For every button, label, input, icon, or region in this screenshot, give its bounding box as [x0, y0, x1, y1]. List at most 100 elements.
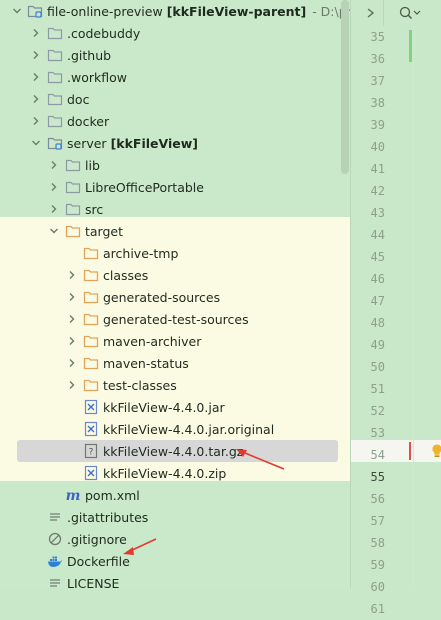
tree-row-workflow[interactable]: .workflow — [0, 66, 350, 88]
tree-row-codebuddy[interactable]: .codebuddy — [0, 22, 350, 44]
right-margin-guide — [413, 26, 414, 588]
tree-label: kkFileView-4.4.0.zip — [103, 465, 227, 481]
chevron-right-icon[interactable] — [66, 379, 78, 391]
editor-gutter: 35 36 37 38 39 40 41 42 43 44 45 46 47 48 49 50 51 52 53 54… — [350, 0, 441, 616]
line-number: 38 — [370, 96, 385, 110]
tree-row-maven-status[interactable]: maven-status — [0, 352, 350, 374]
tree-label: kkFileView-4.4.0.jar.original — [103, 421, 275, 437]
line-number: 36 — [370, 52, 385, 66]
tree-row-lib[interactable]: lib — [0, 154, 350, 176]
tree-label: .codebuddy — [67, 25, 141, 41]
unknown-file-icon: ? — [83, 443, 99, 459]
line-number: 57 — [370, 514, 385, 528]
tree-label: src — [85, 201, 104, 217]
tree-row-generated-test-sources[interactable]: generated-test-sources — [0, 308, 350, 330]
tree-label: LICENSE — [67, 575, 120, 589]
tree-row-generated-sources[interactable]: generated-sources — [0, 286, 350, 308]
tree-label: lib — [85, 157, 100, 173]
tree-label: docker — [67, 113, 110, 129]
chevron-down-icon[interactable] — [12, 5, 22, 17]
tree-label: Dockerfile — [67, 553, 130, 569]
chevron-right-icon[interactable] — [66, 357, 78, 369]
excluded-folder-icon — [65, 223, 81, 239]
tree-label: LibreOfficePortable — [85, 179, 204, 195]
tree-row-target[interactable]: target — [0, 220, 350, 242]
tree-row-doc[interactable]: doc — [0, 88, 350, 110]
excluded-folder-icon — [83, 245, 99, 261]
line-number: 60 — [370, 580, 385, 594]
tree-row-tar-gz[interactable]: ? kkFileView-4.4.0.tar.gz — [0, 440, 350, 462]
tree-row-libreoffice[interactable]: LibreOfficePortable — [0, 176, 350, 198]
tree-row-classes[interactable]: classes — [0, 264, 350, 286]
module-folder-icon — [27, 3, 43, 19]
tree-row-src[interactable]: src — [0, 198, 350, 220]
chevron-right-icon[interactable] — [48, 159, 60, 171]
tree-row-zip[interactable]: kkFileView-4.4.0.zip — [0, 462, 350, 484]
chevron-right-icon[interactable] — [66, 291, 78, 303]
tree-row-dockerfile[interactable]: Dockerfile — [0, 550, 350, 572]
search-options-icon[interactable] — [398, 5, 422, 25]
tree-label: classes — [103, 267, 149, 283]
tree-scrollbar[interactable] — [341, 0, 349, 174]
tree-row-archive-tmp[interactable]: archive-tmp — [0, 242, 350, 264]
tree-row-maven-archiver[interactable]: maven-archiver — [0, 330, 350, 352]
line-number: 41 — [370, 162, 385, 176]
line-number: 56 — [370, 492, 385, 506]
lightbulb-icon[interactable] — [430, 443, 441, 459]
tree-row-gitattributes[interactable]: .gitattributes — [0, 506, 350, 528]
chevron-right-icon[interactable] — [48, 203, 60, 215]
tree-label: generated-test-sources — [103, 311, 249, 327]
chevron-right-icon[interactable] — [48, 181, 60, 193]
folder-icon — [65, 157, 81, 173]
folder-icon — [65, 179, 81, 195]
chevron-right-icon[interactable] — [30, 115, 42, 127]
line-number: 46 — [370, 272, 385, 286]
tree-label: .workflow — [67, 69, 127, 85]
chevron-right-icon[interactable] — [66, 313, 78, 325]
tree-label: kkFileView-4.4.0.tar.gz — [103, 443, 244, 459]
line-number: 42 — [370, 184, 385, 198]
chevron-right-icon[interactable] — [66, 269, 78, 281]
chevron-right-icon[interactable] — [66, 335, 78, 347]
tree-label: server — [67, 135, 107, 151]
chevron-down-icon[interactable] — [30, 137, 42, 149]
tree-row-docker[interactable]: docker — [0, 110, 350, 132]
tree-row-jar[interactable]: kkFileView-4.4.0.jar — [0, 396, 350, 418]
excluded-folder-icon — [83, 311, 99, 327]
line-number: 49 — [370, 338, 385, 352]
tree-label: test-classes — [103, 377, 177, 393]
archive-file-icon — [83, 399, 99, 415]
chevron-right-icon[interactable] — [365, 6, 377, 20]
excluded-folder-icon — [83, 289, 99, 305]
module-folder-icon — [47, 135, 63, 151]
chevron-right-icon[interactable] — [30, 71, 42, 83]
tree-row-project-root[interactable]: file-online-preview [kkFileView-parent] … — [0, 0, 350, 22]
gutter-toolbar — [351, 0, 441, 26]
tree-row-pom[interactable]: m pom.xml — [0, 484, 350, 506]
archive-file-icon — [83, 465, 99, 481]
chevron-right-icon[interactable] — [30, 27, 42, 39]
line-number: 50 — [370, 360, 385, 374]
caret-marker — [409, 442, 411, 460]
tree-row-github[interactable]: .github — [0, 44, 350, 66]
text-file-icon — [47, 509, 63, 525]
line-number: 47 — [370, 294, 385, 308]
tree-row-jar-original[interactable]: kkFileView-4.4.0.jar.original — [0, 418, 350, 440]
folder-icon — [47, 69, 63, 85]
tree-label: .gitignore — [67, 531, 127, 547]
chevron-right-icon[interactable] — [30, 49, 42, 61]
tree-row-server[interactable]: server [kkFileView] — [0, 132, 350, 154]
tree-label: pom.xml — [85, 487, 140, 503]
folder-icon — [47, 25, 63, 41]
line-number: 40 — [370, 140, 385, 154]
line-number: 48 — [370, 316, 385, 330]
line-number: 35 — [370, 30, 385, 44]
chevron-right-icon[interactable] — [30, 93, 42, 105]
tree-row-gitignore[interactable]: .gitignore — [0, 528, 350, 550]
line-number: 52 — [370, 404, 385, 418]
docker-icon — [47, 553, 63, 569]
tree-row-license[interactable]: LICENSE — [0, 572, 350, 588]
tree-label: .github — [67, 47, 112, 63]
tree-row-test-classes[interactable]: test-classes — [0, 374, 350, 396]
chevron-down-icon[interactable] — [48, 225, 60, 237]
